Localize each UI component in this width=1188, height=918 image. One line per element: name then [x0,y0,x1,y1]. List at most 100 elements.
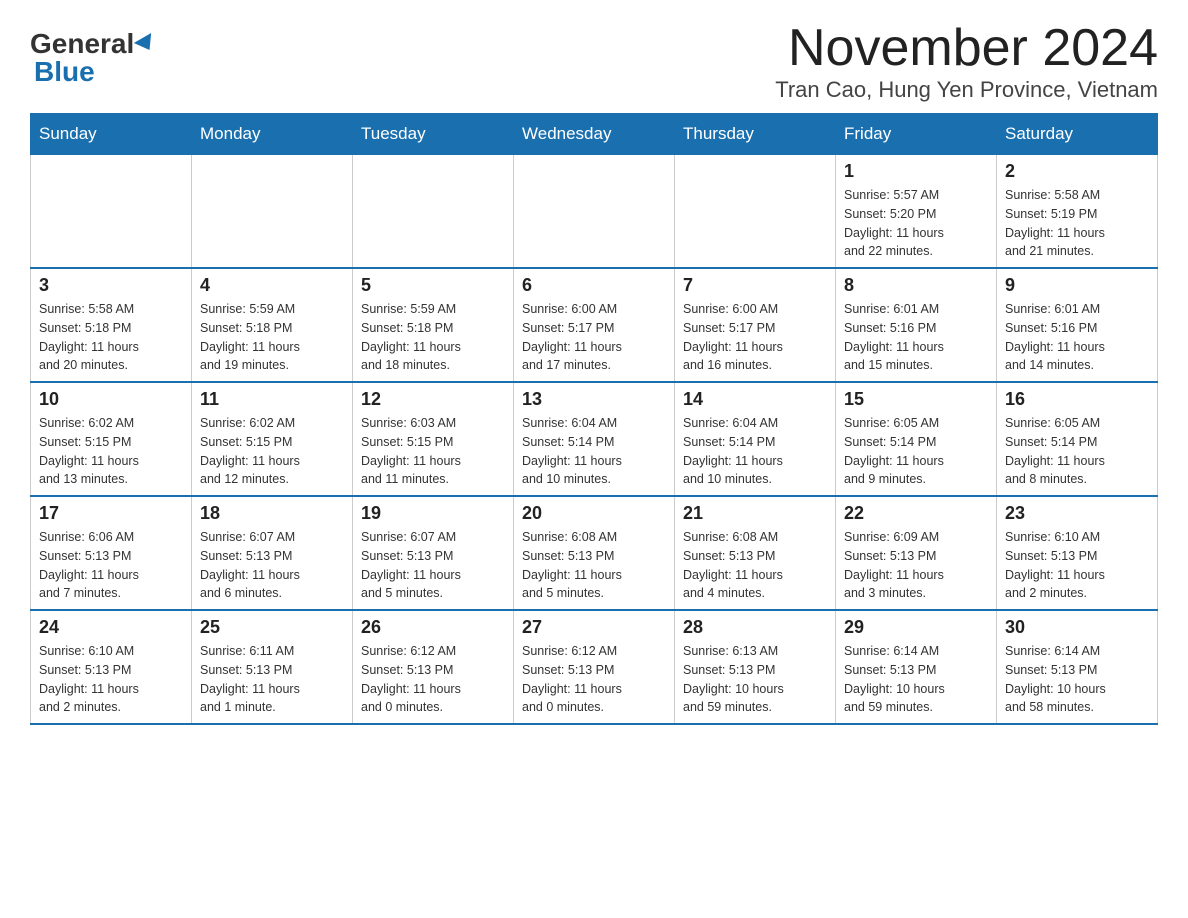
calendar-cell: 1 Sunrise: 5:57 AMSunset: 5:20 PMDaylight… [836,155,997,269]
day-info: Sunrise: 5:58 AMSunset: 5:18 PMDaylight:… [39,300,183,375]
day-number: 18 [200,503,344,524]
page-header: General Blue November 2024 Tran Cao, Hun… [30,20,1158,103]
calendar-cell: 14 Sunrise: 6:04 AMSunset: 5:14 PMDayligh… [675,382,836,496]
page-title: November 2024 [775,20,1158,77]
calendar-cell: 27 Sunrise: 6:12 AMSunset: 5:13 PMDayligh… [514,610,675,724]
day-number: 14 [683,389,827,410]
calendar-header-sunday: Sunday [31,114,192,155]
day-info: Sunrise: 6:04 AMSunset: 5:14 PMDaylight:… [683,414,827,489]
day-number: 26 [361,617,505,638]
day-info: Sunrise: 6:00 AMSunset: 5:17 PMDaylight:… [683,300,827,375]
logo-general-text: General [30,30,134,58]
day-number: 20 [522,503,666,524]
day-number: 11 [200,389,344,410]
calendar-cell: 29 Sunrise: 6:14 AMSunset: 5:13 PMDayligh… [836,610,997,724]
calendar-week-4: 17 Sunrise: 6:06 AMSunset: 5:13 PMDayligh… [31,496,1158,610]
calendar-cell: 12Sunrise: 6:03 AMSunset: 5:15 PMDayligh… [353,382,514,496]
calendar-header-monday: Monday [192,114,353,155]
day-number: 3 [39,275,183,296]
calendar-cell: 11 Sunrise: 6:02 AMSunset: 5:15 PMDayligh… [192,382,353,496]
day-number: 15 [844,389,988,410]
calendar-cell: 20 Sunrise: 6:08 AMSunset: 5:13 PMDayligh… [514,496,675,610]
day-info: Sunrise: 6:13 AMSunset: 5:13 PMDaylight:… [683,642,827,717]
day-number: 10 [39,389,183,410]
calendar-cell: 28 Sunrise: 6:13 AMSunset: 5:13 PMDayligh… [675,610,836,724]
day-number: 5 [361,275,505,296]
calendar-cell: 6 Sunrise: 6:00 AMSunset: 5:17 PMDaylight… [514,268,675,382]
day-info: Sunrise: 6:12 AMSunset: 5:13 PMDaylight:… [361,642,505,717]
day-info: Sunrise: 6:05 AMSunset: 5:14 PMDaylight:… [844,414,988,489]
calendar-header-wednesday: Wednesday [514,114,675,155]
calendar-cell: 16Sunrise: 6:05 AMSunset: 5:14 PMDayligh… [997,382,1158,496]
day-number: 2 [1005,161,1149,182]
day-number: 1 [844,161,988,182]
calendar-week-5: 24 Sunrise: 6:10 AMSunset: 5:13 PMDayligh… [31,610,1158,724]
day-info: Sunrise: 6:10 AMSunset: 5:13 PMDaylight:… [39,642,183,717]
day-info: Sunrise: 6:07 AMSunset: 5:13 PMDaylight:… [200,528,344,603]
day-number: 30 [1005,617,1149,638]
calendar-cell: 17 Sunrise: 6:06 AMSunset: 5:13 PMDayligh… [31,496,192,610]
calendar-cell: 30Sunrise: 6:14 AMSunset: 5:13 PMDayligh… [997,610,1158,724]
day-info: Sunrise: 6:04 AMSunset: 5:14 PMDaylight:… [522,414,666,489]
day-info: Sunrise: 6:14 AMSunset: 5:13 PMDaylight:… [844,642,988,717]
day-info: Sunrise: 6:01 AMSunset: 5:16 PMDaylight:… [1005,300,1149,375]
calendar-cell: 4Sunrise: 5:59 AMSunset: 5:18 PMDaylight… [192,268,353,382]
day-number: 29 [844,617,988,638]
day-info: Sunrise: 6:01 AMSunset: 5:16 PMDaylight:… [844,300,988,375]
day-info: Sunrise: 6:02 AMSunset: 5:15 PMDaylight:… [200,414,344,489]
page-subtitle: Tran Cao, Hung Yen Province, Vietnam [775,77,1158,103]
calendar-cell: 7 Sunrise: 6:00 AMSunset: 5:17 PMDaylight… [675,268,836,382]
day-number: 7 [683,275,827,296]
day-number: 24 [39,617,183,638]
day-number: 19 [361,503,505,524]
calendar-cell: 10 Sunrise: 6:02 AMSunset: 5:15 PMDayligh… [31,382,192,496]
calendar-cell: 8 Sunrise: 6:01 AMSunset: 5:16 PMDaylight… [836,268,997,382]
calendar-header-friday: Friday [836,114,997,155]
calendar-week-1: 1 Sunrise: 5:57 AMSunset: 5:20 PMDaylight… [31,155,1158,269]
day-info: Sunrise: 5:59 AMSunset: 5:18 PMDaylight:… [361,300,505,375]
day-info: Sunrise: 5:57 AMSunset: 5:20 PMDaylight:… [844,186,988,261]
calendar-cell: 22 Sunrise: 6:09 AMSunset: 5:13 PMDayligh… [836,496,997,610]
calendar-cell [675,155,836,269]
day-info: Sunrise: 6:12 AMSunset: 5:13 PMDaylight:… [522,642,666,717]
calendar-table: SundayMondayTuesdayWednesdayThursdayFrid… [30,113,1158,725]
calendar-header-saturday: Saturday [997,114,1158,155]
day-info: Sunrise: 6:00 AMSunset: 5:17 PMDaylight:… [522,300,666,375]
day-info: Sunrise: 6:07 AMSunset: 5:13 PMDaylight:… [361,528,505,603]
calendar-cell: 13Sunrise: 6:04 AMSunset: 5:14 PMDayligh… [514,382,675,496]
day-number: 8 [844,275,988,296]
calendar-header-row: SundayMondayTuesdayWednesdayThursdayFrid… [31,114,1158,155]
calendar-cell: 21 Sunrise: 6:08 AMSunset: 5:13 PMDayligh… [675,496,836,610]
day-number: 27 [522,617,666,638]
calendar-header-thursday: Thursday [675,114,836,155]
day-info: Sunrise: 6:09 AMSunset: 5:13 PMDaylight:… [844,528,988,603]
day-info: Sunrise: 6:06 AMSunset: 5:13 PMDaylight:… [39,528,183,603]
day-number: 9 [1005,275,1149,296]
day-number: 25 [200,617,344,638]
day-info: Sunrise: 6:11 AMSunset: 5:13 PMDaylight:… [200,642,344,717]
day-info: Sunrise: 5:59 AMSunset: 5:18 PMDaylight:… [200,300,344,375]
day-number: 23 [1005,503,1149,524]
calendar-cell [31,155,192,269]
day-info: Sunrise: 6:08 AMSunset: 5:13 PMDaylight:… [683,528,827,603]
day-number: 28 [683,617,827,638]
day-number: 12 [361,389,505,410]
day-info: Sunrise: 6:08 AMSunset: 5:13 PMDaylight:… [522,528,666,603]
day-number: 22 [844,503,988,524]
day-info: Sunrise: 6:05 AMSunset: 5:14 PMDaylight:… [1005,414,1149,489]
day-number: 6 [522,275,666,296]
day-info: Sunrise: 5:58 AMSunset: 5:19 PMDaylight:… [1005,186,1149,261]
calendar-cell [514,155,675,269]
calendar-cell: 26 Sunrise: 6:12 AMSunset: 5:13 PMDayligh… [353,610,514,724]
day-number: 17 [39,503,183,524]
day-info: Sunrise: 6:02 AMSunset: 5:15 PMDaylight:… [39,414,183,489]
calendar-cell: 19 Sunrise: 6:07 AMSunset: 5:13 PMDayligh… [353,496,514,610]
logo: General Blue [30,30,156,86]
calendar-cell: 25 Sunrise: 6:11 AMSunset: 5:13 PMDayligh… [192,610,353,724]
calendar-cell: 23Sunrise: 6:10 AMSunset: 5:13 PMDayligh… [997,496,1158,610]
calendar-cell: 2 Sunrise: 5:58 AMSunset: 5:19 PMDaylight… [997,155,1158,269]
day-number: 21 [683,503,827,524]
logo-blue-text: Blue [34,58,95,86]
calendar-cell [353,155,514,269]
calendar-cell: 5 Sunrise: 5:59 AMSunset: 5:18 PMDaylight… [353,268,514,382]
